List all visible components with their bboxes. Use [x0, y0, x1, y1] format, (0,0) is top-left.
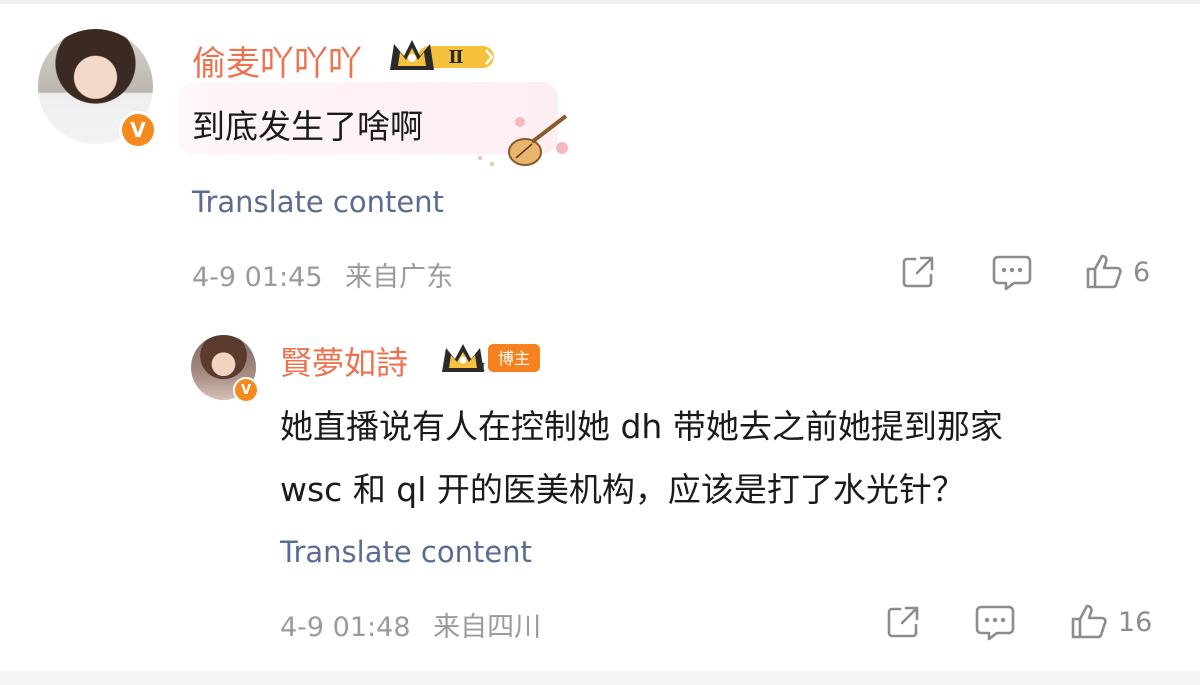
location: 来自广东 [345, 262, 454, 293]
verified-icon: V [233, 377, 259, 403]
timestamp: 4-9 01:45 [192, 262, 323, 293]
verified-icon: V [119, 111, 157, 149]
like-icon [1071, 604, 1107, 639]
comment-button[interactable] [992, 253, 1032, 291]
share-icon [887, 606, 919, 638]
comment-meta: 4-9 01:48 来自四川 [280, 605, 541, 644]
comment-icon [975, 605, 1015, 641]
comment-text: 到底发生了啥啊 [192, 107, 423, 146]
share-button[interactable] [884, 603, 922, 641]
location: 来自四川 [433, 612, 542, 643]
share-button[interactable] [899, 253, 937, 291]
bottom-divider [0, 671, 1200, 685]
comment-button[interactable] [975, 603, 1015, 641]
share-icon [902, 256, 934, 288]
crown-icon[interactable]: Ⅱ [388, 36, 498, 76]
pipa-sticker-icon [478, 114, 568, 166]
level-badge: Ⅱ [448, 47, 463, 68]
like-count: 16 [1118, 606, 1153, 638]
username[interactable]: 偷麦吖吖吖 [192, 36, 362, 85]
like-button[interactable]: 6 [1085, 253, 1150, 291]
like-button[interactable]: 16 [1070, 603, 1152, 641]
role-badge: 博主 [498, 349, 530, 368]
comment-text-line: wsc 和 ql 开的医美机构，应该是打了水光针？ [280, 470, 965, 509]
translate-link[interactable]: Translate content [280, 535, 532, 569]
timestamp: 4-9 01:48 [280, 612, 411, 643]
username[interactable]: 賢夢如詩 [280, 338, 408, 384]
crown-icon[interactable]: Ⅱ 博主 [440, 340, 540, 376]
comment-meta: 4-9 01:45 来自广东 [192, 255, 453, 294]
comment-icon [992, 255, 1032, 291]
comment-text-line: 她直播说有人在控制她 dh 带她去之前她提到那家 [280, 407, 1003, 446]
level-badge: Ⅱ [476, 361, 485, 374]
like-icon [1086, 254, 1122, 289]
like-count: 6 [1133, 256, 1151, 288]
translate-link[interactable]: Translate content [192, 185, 444, 219]
top-divider [0, 0, 1200, 4]
